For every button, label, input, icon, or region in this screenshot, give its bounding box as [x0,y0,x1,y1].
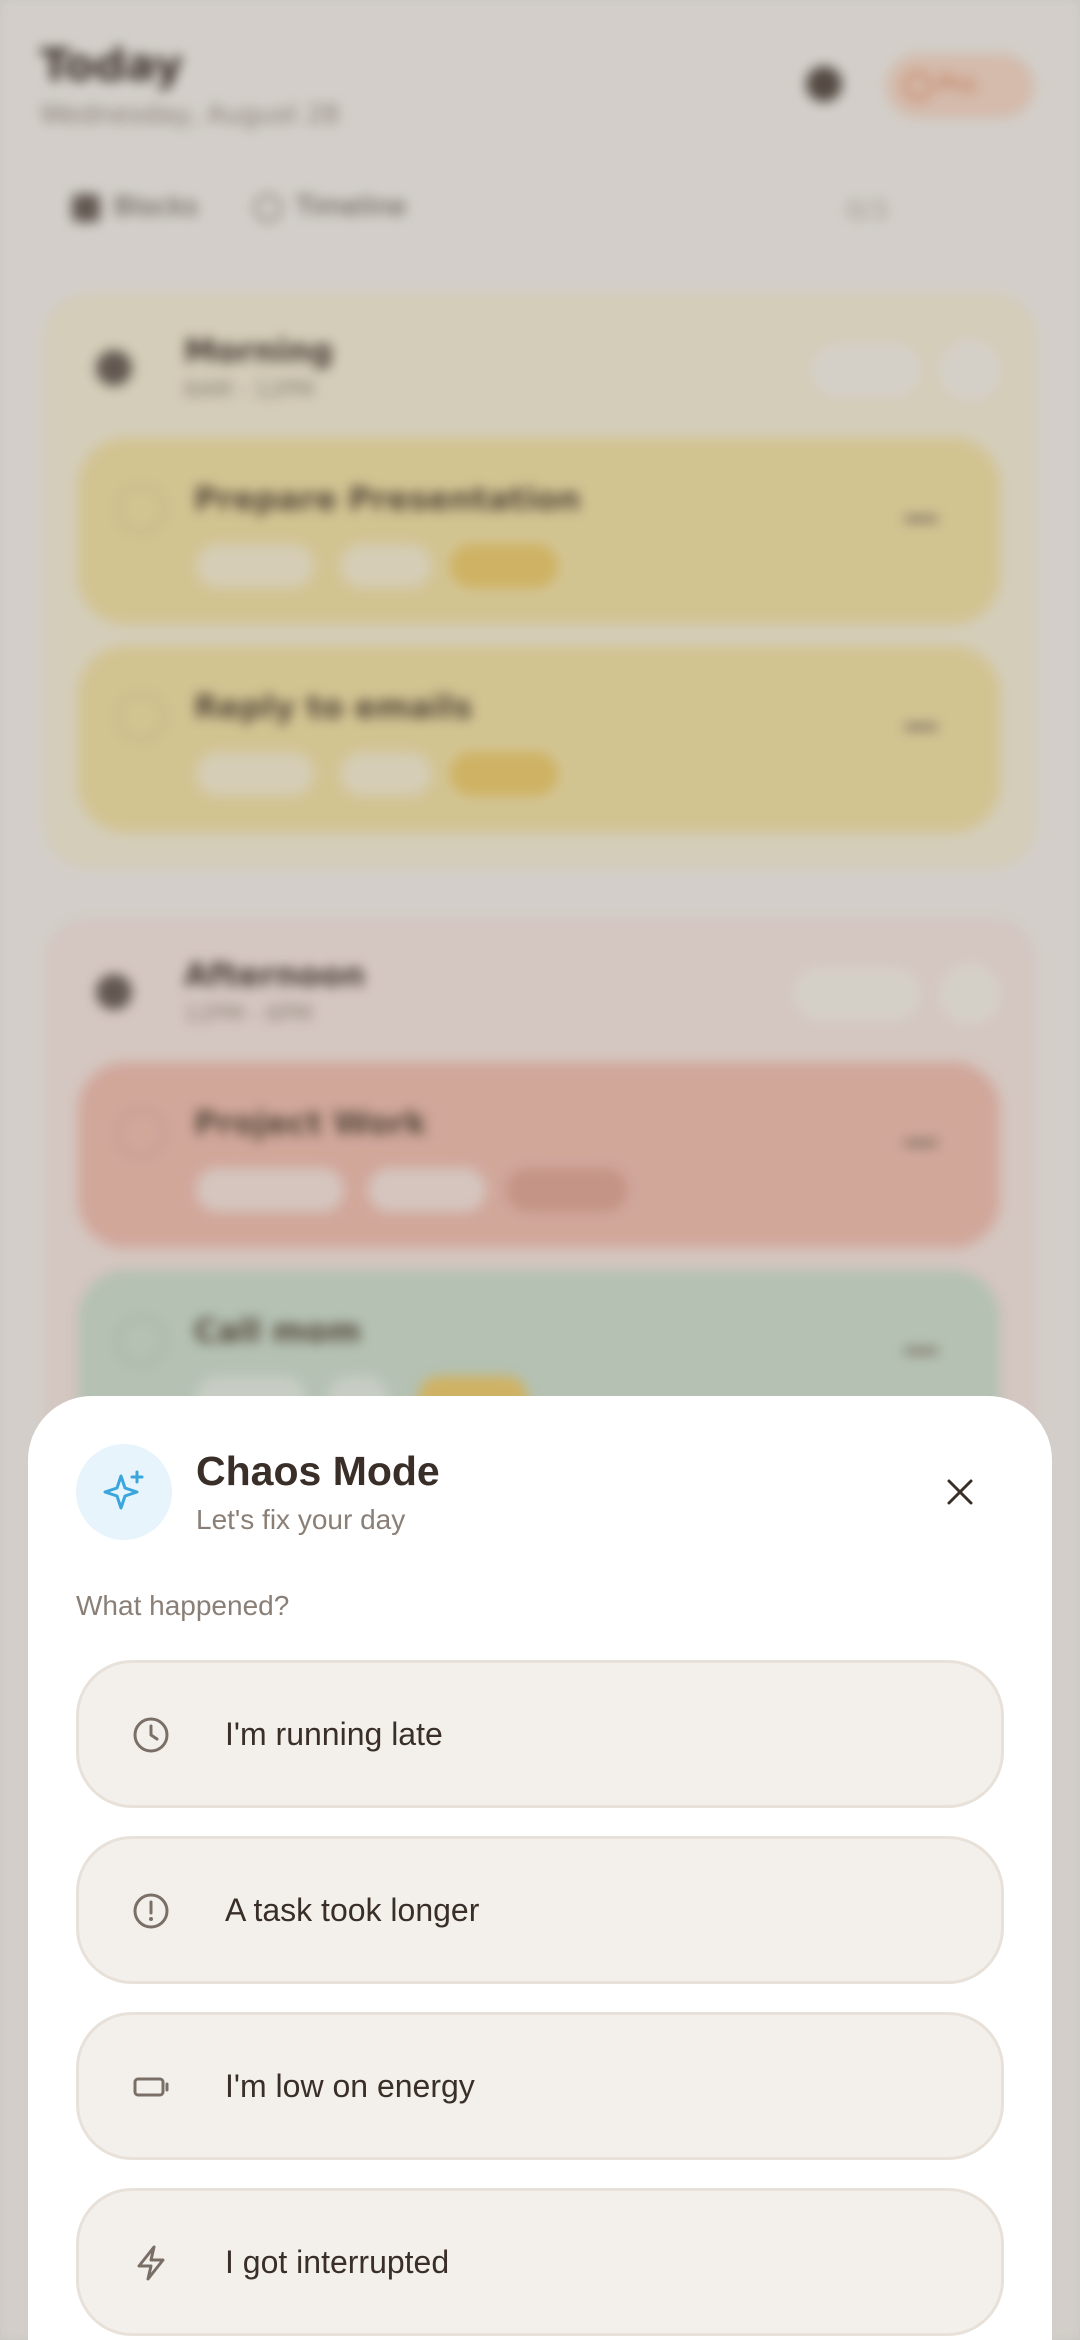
option-label: A task took longer [225,1892,480,1928]
chaos-mode-sheet: Chaos Mode Let's fix your day What happe… [28,1396,1052,2340]
question-label: What happened? [76,1590,290,1621]
sheet-subtitle: Let's fix your day [196,1504,406,1535]
option-running-late[interactable]: I'm running late [76,1660,1004,1808]
option-task-took-longer[interactable]: A task took longer [76,1836,1004,1984]
clock-icon [129,1713,173,1757]
close-button[interactable] [930,1462,990,1522]
close-icon [947,1479,973,1505]
lightning-icon [129,2241,173,2285]
alert-circle-icon [129,1889,173,1933]
battery-low-icon [129,2065,173,2109]
option-interrupted[interactable]: I got interrupted [76,2188,1004,2336]
option-label: I'm running late [225,1716,443,1752]
sparkles-icon [76,1444,172,1540]
option-label: I'm low on energy [225,2068,475,2104]
option-low-energy[interactable]: I'm low on energy [76,2012,1004,2160]
option-label: I got interrupted [225,2244,450,2280]
sheet-title: Chaos Mode [196,1448,440,1494]
